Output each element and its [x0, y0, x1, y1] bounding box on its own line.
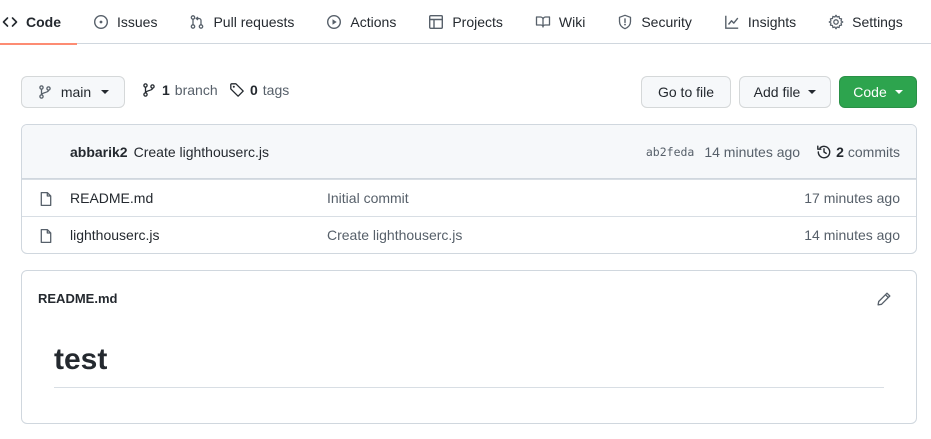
readme-header: README.md	[22, 271, 916, 325]
tag-label: tags	[262, 82, 290, 98]
history-icon	[816, 144, 832, 160]
code-icon	[2, 14, 18, 30]
tab-actions[interactable]: Actions	[310, 0, 412, 44]
file-browser: abbarik2 Create lighthouserc.js ab2feda …	[21, 124, 917, 254]
file-row: lighthouserc.js Create lighthouserc.js 1…	[22, 216, 916, 253]
chevron-down-icon	[808, 90, 817, 94]
git-branch-icon	[141, 82, 157, 98]
tag-count: 0	[250, 82, 258, 98]
latest-commit-bar: abbarik2 Create lighthouserc.js ab2feda …	[22, 125, 916, 179]
commit-author[interactable]: abbarik2	[70, 144, 128, 160]
tab-label: Actions	[350, 14, 397, 30]
table-icon	[428, 14, 444, 30]
tab-label: Settings	[852, 14, 903, 30]
commit-age: 14 minutes ago	[704, 144, 801, 160]
tab-label: Code	[26, 14, 61, 30]
tab-label: Projects	[452, 14, 503, 30]
tab-label: Issues	[117, 14, 158, 30]
graph-icon	[724, 14, 740, 30]
pencil-icon[interactable]	[876, 291, 892, 307]
branch-count: 1	[162, 82, 170, 98]
git-pull-request-icon	[189, 14, 205, 30]
file-name-link[interactable]: README.md	[70, 190, 153, 206]
go-to-file-label: Go to file	[657, 84, 715, 100]
tab-label: Security	[641, 14, 692, 30]
tab-label: Wiki	[558, 14, 586, 30]
tab-code[interactable]: Code	[0, 0, 77, 45]
tab-projects[interactable]: Projects	[412, 0, 519, 44]
add-file-label: Add file	[753, 84, 801, 100]
code-button[interactable]: Code	[839, 76, 917, 108]
file-age: 14 minutes ago	[804, 227, 900, 243]
play-icon	[326, 14, 342, 30]
file-commit-message[interactable]: Create lighthouserc.js	[327, 227, 462, 243]
shield-icon	[617, 14, 633, 30]
tab-wiki[interactable]: Wiki	[519, 0, 601, 44]
branches-link[interactable]: 1 branch	[141, 82, 218, 98]
file-commit-message[interactable]: Initial commit	[327, 190, 409, 206]
branch-name: main	[60, 84, 92, 100]
file-age: 17 minutes ago	[804, 190, 900, 206]
book-icon	[535, 14, 551, 30]
code-button-label: Code	[853, 84, 887, 100]
tab-label: Insights	[747, 14, 797, 30]
tags-link[interactable]: 0 tags	[229, 82, 289, 98]
tab-issues[interactable]: Issues	[77, 0, 173, 44]
chevron-down-icon	[101, 90, 110, 94]
readme-panel: README.md test	[21, 270, 917, 424]
file-icon	[38, 228, 54, 244]
git-branch-icon	[37, 84, 53, 100]
chevron-down-icon	[894, 90, 903, 94]
commits-label: commits	[847, 144, 900, 160]
go-to-file-button[interactable]: Go to file	[641, 76, 731, 108]
readme-title[interactable]: README.md	[38, 291, 117, 306]
commit-meta: ab2feda 14 minutes ago 2 commits	[646, 125, 900, 179]
issue-opened-icon	[93, 14, 109, 30]
commit-message[interactable]: Create lighthouserc.js	[134, 144, 269, 160]
repo-nav: Code Issues Pull requests Actions Projec…	[0, 0, 931, 45]
file-icon	[38, 191, 54, 207]
file-name-link[interactable]: lighthouserc.js	[70, 227, 160, 243]
readme-heading: test	[54, 341, 884, 388]
file-row: README.md Initial commit 17 minutes ago	[22, 179, 916, 216]
commits-history-link[interactable]: 2 commits	[816, 144, 900, 160]
readme-content: test	[22, 325, 916, 420]
gear-icon	[828, 14, 844, 30]
add-file-button[interactable]: Add file	[739, 76, 831, 108]
tab-security[interactable]: Security	[601, 0, 708, 44]
tab-insights[interactable]: Insights	[708, 0, 812, 44]
commit-sha[interactable]: ab2feda	[646, 145, 694, 159]
tab-pull-requests[interactable]: Pull requests	[173, 0, 310, 44]
tab-settings[interactable]: Settings	[812, 0, 919, 44]
branch-label: branch	[174, 82, 218, 98]
tab-label: Pull requests	[213, 14, 295, 30]
branch-select-button[interactable]: main	[21, 76, 125, 108]
tag-icon	[229, 82, 245, 98]
commits-count: 2	[836, 144, 844, 160]
